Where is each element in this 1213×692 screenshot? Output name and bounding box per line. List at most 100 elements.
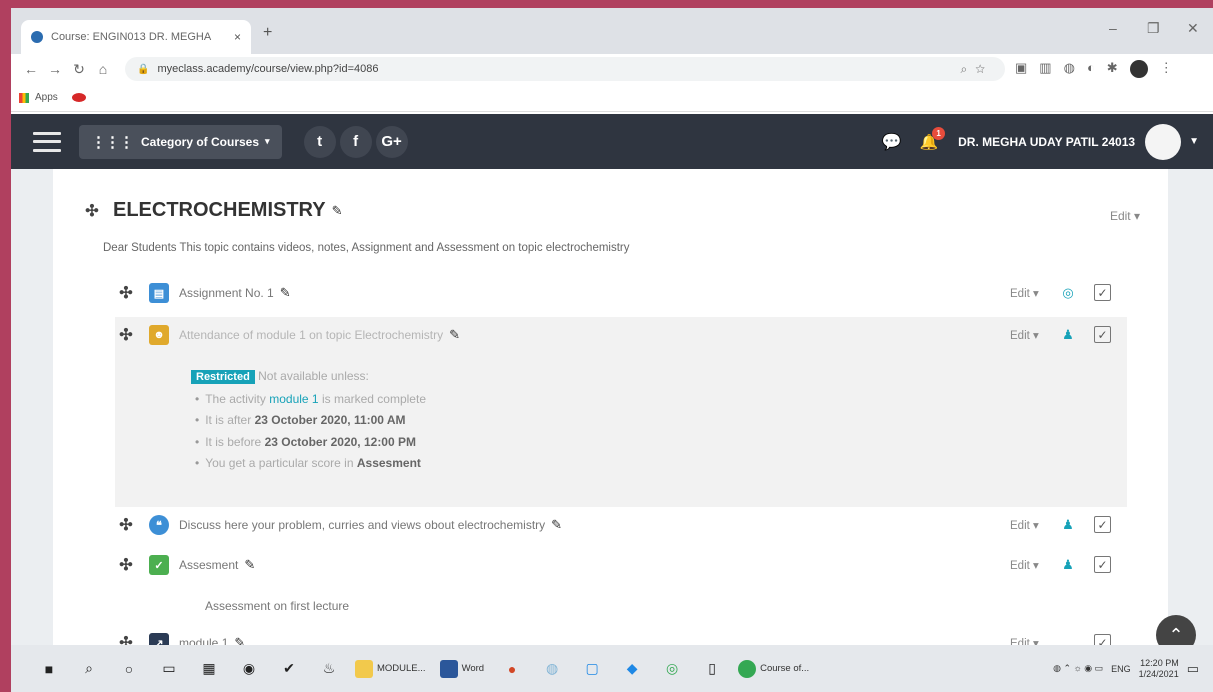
user-name[interactable]: DR. MEGHA UDAY PATIL 24013 — [958, 135, 1135, 149]
restriction-info: Restricted Not available unless: The act… — [191, 366, 426, 475]
home-icon[interactable]: ⌂ — [91, 61, 115, 77]
section-edit-menu[interactable]: Edit ▾ — [1110, 209, 1140, 223]
completion-checkbox[interactable]: ✓ — [1094, 326, 1111, 343]
person-icon[interactable]: ♟ — [1058, 327, 1078, 343]
notification-count: 1 — [932, 126, 946, 140]
forum-icon: ❝ — [149, 515, 169, 535]
reload-icon[interactable]: ↻ — [67, 61, 91, 78]
section-summary: Dear Students This topic contains videos… — [103, 242, 630, 254]
category-of-courses-button[interactable]: ⋮⋮⋮ Category of Courses ▾ — [79, 124, 282, 159]
section-card: ✣ ELECTROCHEMISTRY ✎ Edit ▾ Dear Student… — [53, 169, 1168, 653]
maximize-button[interactable]: ❐ — [1147, 20, 1160, 37]
minimize-button[interactable]: – — [1109, 20, 1117, 36]
activity-edit-menu[interactable]: Edit ▾ — [1010, 328, 1058, 342]
edit-title-pencil-icon[interactable]: ✎ — [332, 203, 343, 219]
tray-icons[interactable]: ◍ ⌃ ☼ ◉ ▭ — [1053, 663, 1103, 674]
chevron-down-icon: ▾ — [265, 136, 270, 146]
clock[interactable]: 12:20 PM 1/24/2021 — [1139, 658, 1179, 680]
move-icon[interactable]: ✣ — [115, 325, 137, 345]
taskbar-app-chrome[interactable]: Course of... — [738, 655, 809, 683]
extension-icon[interactable]: ▥ — [1039, 60, 1051, 78]
app-icon[interactable]: ◆ — [618, 655, 646, 683]
edit-pencil-icon[interactable]: ✎ — [449, 327, 460, 343]
extension-icon[interactable]: ◐ — [1087, 60, 1095, 78]
puzzle-icon[interactable]: ✱ — [1107, 60, 1118, 78]
user-menu-caret-icon[interactable]: ▼ — [1189, 136, 1199, 147]
move-icon[interactable]: ✣ — [115, 515, 137, 535]
activity-name[interactable]: Attendance of module 1 on topic Electroc… — [179, 328, 443, 342]
notepad-icon[interactable]: ▯ — [698, 655, 726, 683]
browser-tab[interactable]: Course: ENGIN013 DR. MEGHA × — [21, 20, 251, 54]
app-icon[interactable]: ♨ — [315, 655, 343, 683]
search-icon[interactable]: ⌕ — [75, 655, 103, 683]
chrome-icon[interactable]: ◎ — [658, 655, 686, 683]
windows-taskbar: ■ ⌕ ○ ▭ ▦ ◉ ✔ ♨ MODULE... Word ● ◍ ▢ ◆ ◎… — [11, 645, 1213, 692]
user-area: 💬 🔔 1 DR. MEGHA UDAY PATIL 24013 ▼ — [882, 123, 1213, 160]
powerpoint-icon[interactable]: ● — [498, 655, 526, 683]
person-icon[interactable]: ♟ — [1058, 557, 1078, 573]
restriction-item: It is after 23 October 2020, 11:00 AM — [195, 410, 426, 432]
forward-icon[interactable]: → — [43, 61, 67, 77]
activity-edit-menu[interactable]: Edit ▾ — [1010, 558, 1058, 572]
edit-pencil-icon[interactable]: ✎ — [280, 285, 291, 301]
app-icon[interactable]: ◍ — [538, 655, 566, 683]
system-tray: ◍ ⌃ ☼ ◉ ▭ ENG 12:20 PM 1/24/2021 ▭ — [1053, 658, 1213, 680]
restricted-badge: Restricted — [191, 370, 255, 384]
twitter-icon[interactable]: t — [303, 125, 336, 158]
app-icon[interactable]: ◉ — [235, 655, 263, 683]
app-icon[interactable]: ✔ — [275, 655, 303, 683]
completion-checkbox[interactable]: ✓ — [1094, 556, 1111, 573]
apps-grid-icon — [19, 92, 29, 103]
user-avatar[interactable] — [1145, 123, 1182, 160]
person-icon[interactable]: ♟ — [1058, 517, 1078, 533]
messages-icon[interactable]: 💬 — [882, 132, 902, 152]
cortana-icon[interactable]: ○ — [115, 655, 143, 683]
completion-checkbox[interactable]: ✓ — [1094, 284, 1111, 301]
close-window-button[interactable]: ✕ — [1187, 20, 1199, 37]
back-icon[interactable]: ← — [19, 61, 43, 77]
group-mode-icon[interactable]: ◎ — [1058, 285, 1078, 301]
notifications-bell-icon[interactable]: 🔔 1 — [919, 126, 946, 151]
tab-strip: Course: ENGIN013 DR. MEGHA × + – ❐ ✕ — [11, 8, 1213, 54]
windows-start-icon[interactable]: ■ — [35, 655, 63, 683]
task-view-icon[interactable]: ▭ — [155, 655, 183, 683]
address-bar[interactable]: 🔒 myeclass.academy/course/view.php?id=40… — [125, 57, 1005, 81]
bookmark-icon[interactable] — [71, 93, 86, 102]
activity-row: ✣ ✓ Assesment ✎ Edit ▾ ♟ ✓ — [115, 547, 1127, 583]
bookmark-apps[interactable]: Apps — [35, 92, 58, 103]
taskbar-app-word[interactable]: Word — [439, 655, 484, 683]
folder-icon — [355, 659, 373, 678]
word-icon — [439, 659, 458, 678]
address-row: ← → ↻ ⌂ 🔒 myeclass.academy/course/view.p… — [11, 54, 1213, 84]
completion-checkbox[interactable]: ✓ — [1094, 516, 1111, 533]
zoom-star-icons[interactable]: ⌕☆ — [960, 62, 993, 77]
edit-pencil-icon[interactable]: ✎ — [244, 557, 255, 573]
menu-kebab-icon[interactable]: ⋮ — [1160, 60, 1173, 78]
extension-icon[interactable]: ▣ — [1015, 60, 1027, 78]
activity-edit-menu[interactable]: Edit ▾ — [1010, 518, 1058, 532]
profile-avatar[interactable] — [1129, 60, 1148, 78]
hamburger-menu-icon[interactable] — [33, 131, 61, 152]
extension-icon[interactable]: ◍ — [1064, 60, 1075, 78]
activity-name[interactable]: Discuss here your problem, curries and v… — [179, 518, 545, 532]
activity-name[interactable]: Assignment No. 1 — [179, 286, 274, 300]
activity-name[interactable]: Assesment — [179, 558, 238, 572]
activity-edit-menu[interactable]: Edit ▾ — [1010, 286, 1058, 300]
quiz-icon: ✓ — [149, 555, 169, 575]
tab-close-icon[interactable]: × — [234, 30, 241, 44]
action-center-icon[interactable]: ▭ — [1187, 661, 1199, 677]
move-icon[interactable]: ✣ — [81, 201, 103, 221]
google-plus-icon[interactable]: G+ — [375, 125, 408, 158]
facebook-icon[interactable]: f — [339, 125, 372, 158]
restriction-item: The activity module 1 is marked complete — [195, 389, 426, 411]
language-indicator[interactable]: ENG — [1111, 664, 1131, 674]
store-icon[interactable]: ▦ — [195, 655, 223, 683]
taskbar-app-module[interactable]: MODULE... — [355, 655, 426, 683]
move-icon[interactable]: ✣ — [115, 283, 137, 303]
edit-pencil-icon[interactable]: ✎ — [551, 517, 562, 533]
move-icon[interactable]: ✣ — [115, 555, 137, 575]
module-link[interactable]: module 1 — [269, 392, 318, 406]
new-tab-button[interactable]: + — [263, 24, 272, 42]
activity-row: ✣ ☻ Attendance of module 1 on topic Elec… — [115, 317, 1127, 353]
app-icon[interactable]: ▢ — [578, 655, 606, 683]
